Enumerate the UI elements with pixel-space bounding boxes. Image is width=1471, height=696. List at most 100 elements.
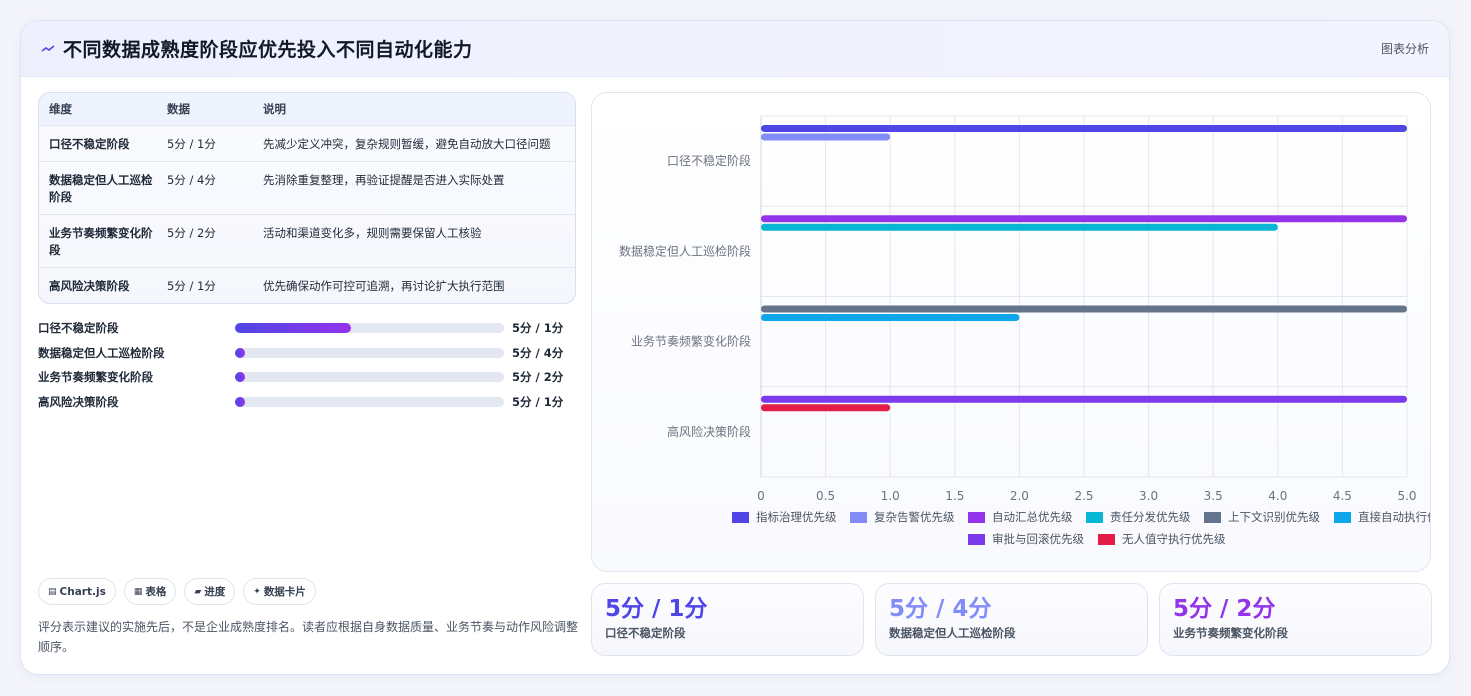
x-tick-label: 5.0 [1397, 489, 1416, 503]
y-tick-label: 业务节奏频繁变化阶段 [631, 334, 751, 349]
progress-list: 口径不稳定阶段 5分 / 1分 数据稳定但人工巡检阶段 5分 / 4分 业务节奏… [38, 316, 578, 414]
legend-swatch [732, 512, 749, 523]
legend-label: 无人值守执行优先级 [1122, 532, 1226, 546]
table-cell-stage: 高风险决策阶段 [49, 279, 130, 293]
legend-label: 责任分发优先级 [1110, 510, 1191, 524]
table-cell-score: 5分 / 4分 [167, 173, 216, 187]
card-header: 不同数据成熟度阶段应优先投入不同自动化能力 图表分析 [21, 21, 1449, 77]
table-cell-score: 5分 / 2分 [167, 226, 216, 240]
progress-value: 5分 / 1分 [512, 394, 564, 409]
left-panel: 维度 数据 说明 口径不稳定阶段 5分 / 1分 先减少定义冲突，复杂规则暂缓，… [38, 92, 578, 662]
legend-label: 直接自动执行优先级 [1358, 510, 1430, 524]
progress-label: 高风险决策阶段 [38, 394, 119, 409]
chip-chartjs[interactable]: ▤ Chart.js [38, 578, 116, 605]
page-title: 不同数据成熟度阶段应优先投入不同自动化能力 [63, 39, 473, 61]
table-row: 口径不稳定阶段 5分 / 1分 先减少定义冲突，复杂规则暂缓，避免自动放大口径问… [39, 125, 575, 161]
chip-data-card[interactable]: ✦ 数据卡片 [243, 578, 316, 605]
progress-value: 5分 / 1分 [512, 321, 564, 336]
progress-label: 业务节奏频繁变化阶段 [38, 370, 153, 385]
chip-label: 表格 [145, 586, 167, 598]
table-cell-score: 5分 / 1分 [167, 137, 216, 151]
bar [761, 314, 1020, 321]
legend-swatch [968, 512, 985, 523]
table-row: 高风险决策阶段 5分 / 1分 优先确保动作可控可追溯，再讨论扩大执行范围 [39, 267, 575, 303]
x-tick-label: 3.5 [1204, 489, 1223, 503]
sparkle-icon: ✦ [253, 586, 261, 597]
x-tick-label: 1.5 [945, 489, 964, 503]
bar [761, 223, 1278, 231]
table-cell-desc: 先减少定义冲突，复杂规则暂缓，避免自动放大口径问题 [263, 137, 551, 151]
kpi-value: 5分 / 4分 [889, 596, 992, 622]
progress-track [235, 347, 504, 358]
progress-value: 5分 / 4分 [512, 345, 564, 360]
x-tick-label: 2.0 [1010, 489, 1029, 503]
table-row: 业务节奏频繁变化阶段 5分 / 2分 活动和渠道变化多，规则需要保留人工核验 [39, 214, 575, 267]
table-icon: ▦ [133, 586, 143, 597]
kpi-card: 5分 / 4分 数据稳定但人工巡检阶段 [875, 583, 1148, 656]
y-tick-label: 数据稳定但人工巡检阶段 [619, 243, 751, 258]
kpi-card: 5分 / 1分 口径不稳定阶段 [591, 583, 864, 656]
x-tick-label: 3.0 [1139, 489, 1158, 503]
x-tick-label: 0 [757, 489, 765, 503]
table-cell-desc: 先消除重复整理，再验证提醒是否进入实际处置 [263, 173, 505, 187]
progress-track [235, 396, 504, 407]
chart-panel: 0 0.5 1.0 1.5 2.0 2.5 3.0 3.5 4.0 4.5 5.0 口径不稳定阶段数据… [591, 92, 1462, 572]
table-cell-stage: 业务节奏频繁变化阶段 [49, 226, 153, 257]
table-cell-stage: 数据稳定但人工巡检阶段 [49, 173, 153, 204]
progress-fill [235, 323, 351, 334]
x-tick-label: 4.0 [1268, 489, 1287, 503]
table-cell-desc: 优先确保动作可控可追溯，再讨论扩大执行范围 [263, 279, 505, 293]
progress-label: 数据稳定但人工巡检阶段 [38, 345, 165, 360]
progress-row: 口径不稳定阶段 5分 / 1分 [38, 316, 578, 341]
y-tick-label: 口径不稳定阶段 [667, 153, 751, 168]
x-tick-label: 2.5 [1074, 489, 1093, 503]
kpi-cards: 5分 / 1分 口径不稳定阶段 5分 / 4分 数据稳定但人工巡检阶段 5分 /… [591, 583, 1432, 656]
bar [761, 133, 891, 141]
table-header-row: 维度 数据 说明 [39, 93, 575, 125]
legend-swatch [1098, 534, 1115, 545]
legend-label: 指标治理优先级 [756, 510, 837, 524]
table-header-data: 数据 [167, 102, 190, 116]
legend-swatch [968, 534, 985, 545]
table-cell-score: 5分 / 1分 [167, 279, 216, 293]
kpi-value: 5分 / 2分 [1173, 596, 1276, 622]
x-tick-label: 0.5 [816, 489, 835, 503]
kpi-card: 5分 / 2分 业务节奏频繁变化阶段 [1159, 583, 1432, 656]
legend-label: 自动汇总优先级 [992, 510, 1073, 524]
chip-progress[interactable]: ▰ 进度 [184, 578, 236, 605]
y-tick-label: 高风险决策阶段 [667, 424, 751, 439]
chip-label: Chart.js [59, 585, 106, 598]
chart-analysis-link[interactable]: 图表分析 [1381, 40, 1429, 57]
chip-label: 数据卡片 [263, 586, 306, 598]
x-tick-label: 1.0 [881, 489, 900, 503]
table-cell-desc: 活动和渠道变化多，规则需要保留人工核验 [263, 226, 482, 240]
progress-track [235, 323, 504, 334]
bar-chart: 0 0.5 1.0 1.5 2.0 2.5 3.0 3.5 4.0 4.5 5.0 口径不稳定阶段数据… [619, 115, 1462, 546]
table-cell-stage: 口径不稳定阶段 [49, 137, 130, 151]
legend-swatch [1086, 512, 1103, 523]
data-table: 维度 数据 说明 口径不稳定阶段 5分 / 1分 先减少定义冲突，复杂规则暂缓，… [38, 92, 576, 304]
bar [761, 125, 1407, 132]
progress-row: 数据稳定但人工巡检阶段 5分 / 4分 [38, 341, 578, 366]
legend-label: 上下文识别优先级 [1228, 510, 1320, 524]
legend-swatch [1204, 512, 1221, 523]
legend-swatch [850, 512, 867, 523]
chip-table[interactable]: ▦ 表格 [123, 578, 177, 605]
bar [761, 395, 1407, 403]
kpi-label: 数据稳定但人工巡检阶段 [889, 626, 1016, 640]
bar [761, 215, 1407, 223]
progress-row: 业务节奏频繁变化阶段 5分 / 2分 [38, 365, 578, 390]
x-tick-label: 4.5 [1333, 489, 1352, 503]
table-header-dimension: 维度 [49, 102, 72, 116]
progress-value: 5分 / 2分 [512, 370, 564, 385]
progress-fill [235, 372, 245, 383]
progress-row: 高风险决策阶段 5分 / 1分 [38, 390, 578, 415]
feature-chips: ▤ Chart.js ▦ 表格 ▰ 进度 ✦ 数据卡片 [38, 578, 316, 605]
progress-icon: ▰ [194, 586, 202, 597]
progress-label: 口径不稳定阶段 [38, 321, 119, 336]
bar [761, 305, 1407, 313]
trend-icon [41, 44, 55, 52]
bar [761, 404, 891, 412]
table-header-desc: 说明 [263, 102, 286, 116]
kpi-label: 业务节奏频繁变化阶段 [1173, 626, 1288, 640]
